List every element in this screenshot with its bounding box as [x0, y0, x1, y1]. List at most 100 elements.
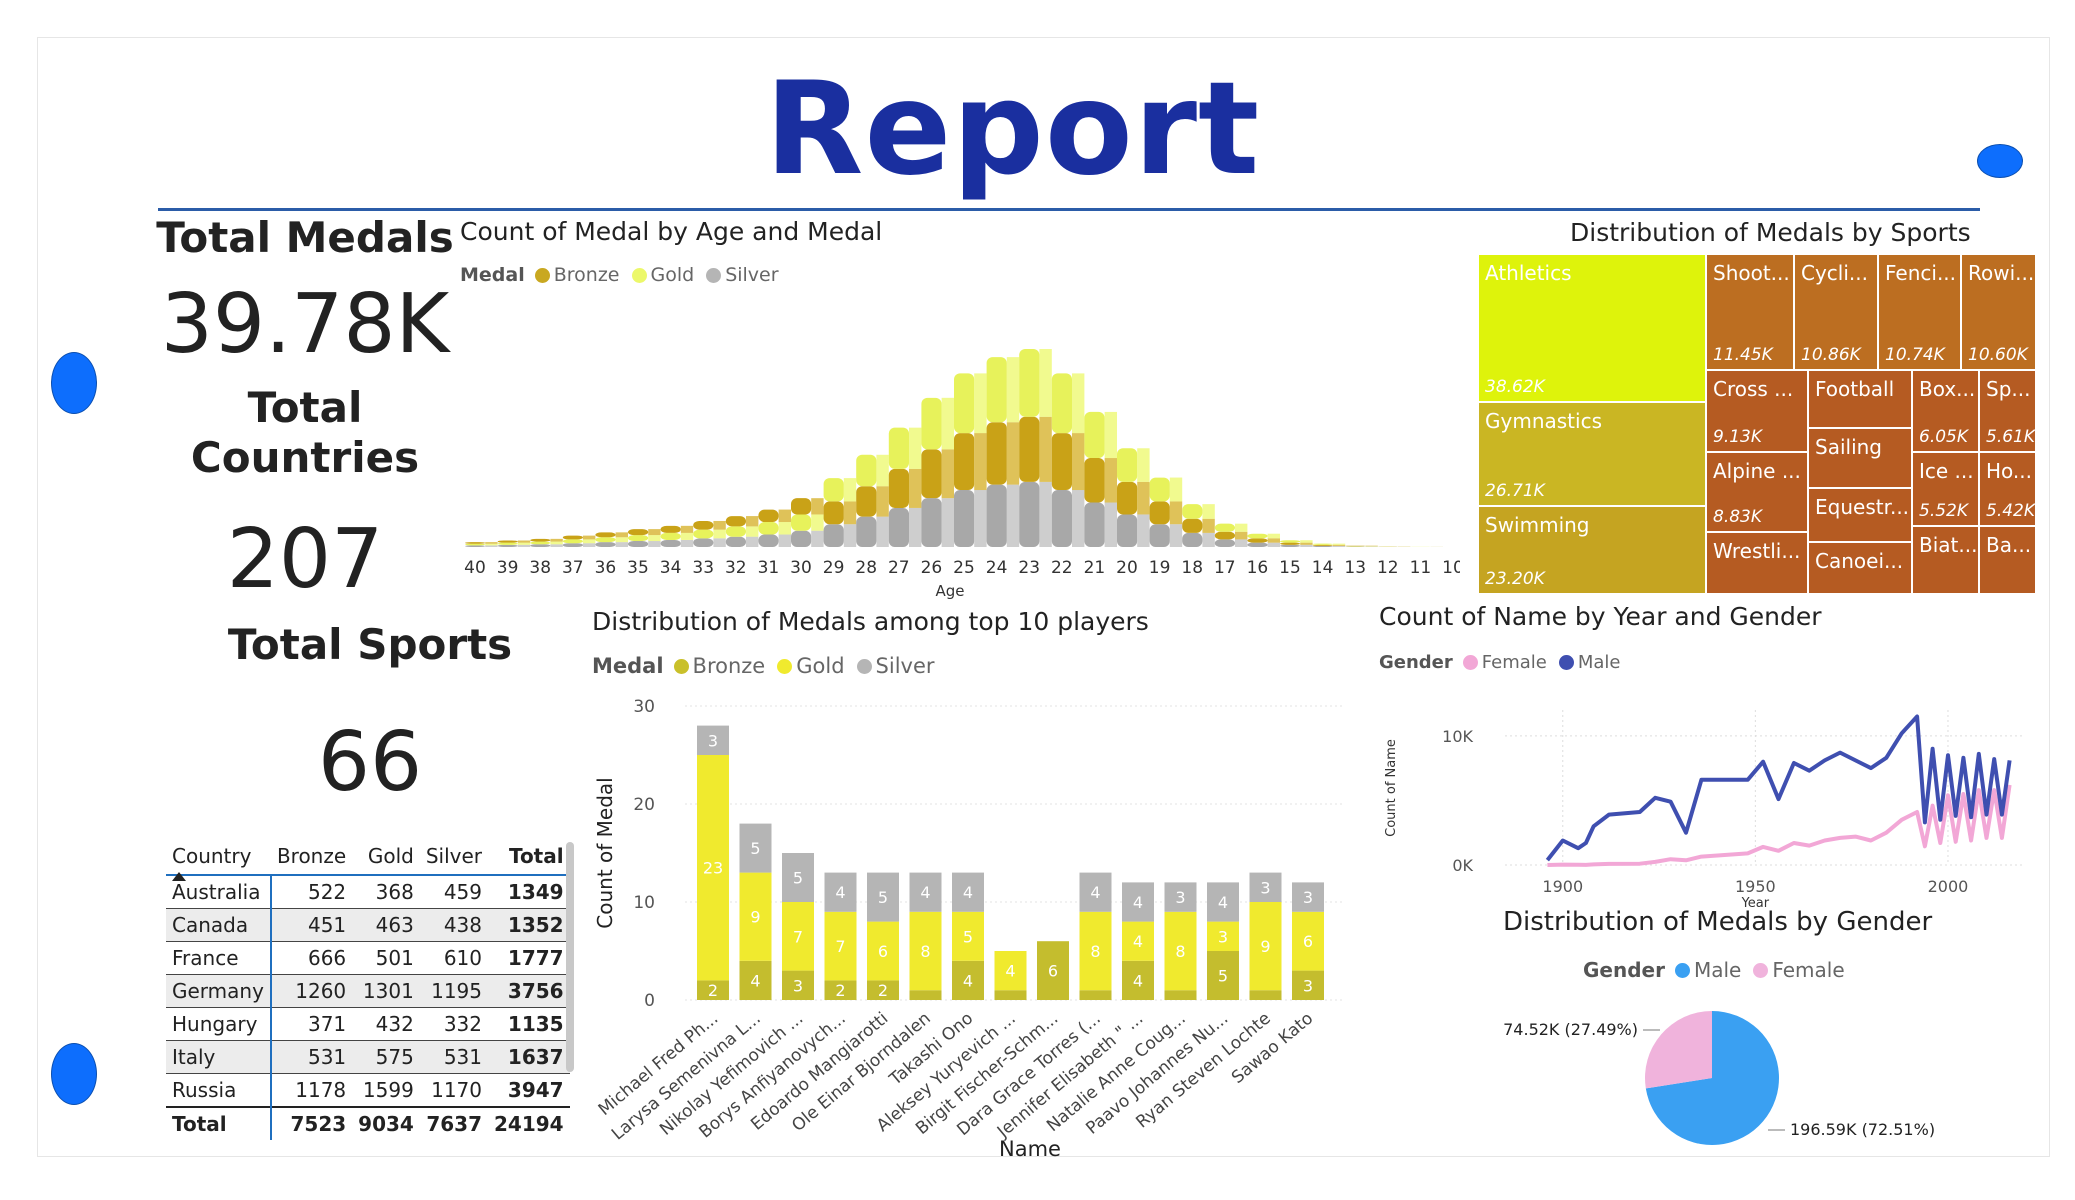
ribbon-bar-silver	[1312, 545, 1333, 547]
players-chart-legend: Medal Bronze Gold Silver	[592, 654, 941, 678]
gender-pie-chart[interactable]: 74.52K (27.49%) 196.59K (72.51%)	[1480, 995, 2000, 1155]
pie-legend-female[interactable]: Female	[1753, 958, 1845, 982]
ribbon-bar-gold	[1149, 477, 1170, 502]
ribbon-bar-bronze	[1182, 518, 1203, 533]
treemap-tile-value: 5.52K	[1919, 501, 1968, 521]
age-tick-label: 25	[953, 558, 975, 578]
ribbon-connector-silver	[843, 524, 857, 547]
table-row[interactable]: Russia 1178 1599 1170 3947	[166, 1073, 570, 1107]
pie-legend-female-label: Female	[1772, 958, 1845, 982]
age-tick-label: 31	[758, 558, 780, 578]
y-tick-label: 0	[644, 991, 655, 1011]
total-countries-label-line1: Total	[247, 383, 363, 432]
ribbon-connector-gold	[615, 537, 628, 543]
y-tick-label: 30	[633, 697, 655, 717]
col-header-country[interactable]: Country	[166, 838, 271, 875]
ribbon-bar-bronze	[888, 468, 910, 508]
players-legend-gold[interactable]: Gold	[777, 654, 845, 678]
treemap-tile[interactable]: Football	[1808, 370, 1912, 428]
age-legend-silver[interactable]: Silver	[706, 264, 779, 286]
age-legend-bronze[interactable]: Bronze	[534, 264, 620, 286]
age-ribbon-chart[interactable]: 40 39 38 37 36 35 34 33 32 31 30 29 28 27 26 25 24 23 22 21…	[460, 300, 1460, 605]
treemap-tile[interactable]: Alpine ... 8.83K	[1706, 452, 1808, 532]
table-cell: France	[166, 941, 272, 975]
treemap-tile[interactable]: Canoei...	[1808, 542, 1912, 594]
bar-data-label: 3	[1303, 888, 1313, 907]
table-row[interactable]: Italy 531 575 531 1637	[166, 1040, 570, 1074]
table-cell: 666	[270, 941, 353, 975]
age-legend-gold[interactable]: Gold	[631, 264, 694, 286]
year-line-chart[interactable]: 0K10K1900 1950 2000Count of NameYear	[1375, 700, 2035, 910]
treemap-tile[interactable]: Ice ... 5.52K	[1912, 452, 1979, 526]
table-row[interactable]: Australia 522 368 459 1349	[166, 874, 570, 909]
male-dot-icon	[1558, 655, 1574, 670]
sort-ascending-icon[interactable]	[172, 872, 186, 881]
age-legend-silver-label: Silver	[725, 264, 779, 286]
pie-slice-female	[1645, 1011, 1712, 1089]
col-header-silver[interactable]: Silver	[420, 838, 488, 875]
treemap-tile[interactable]: Ba...	[1979, 526, 2036, 594]
treemap-tile[interactable]: Wrestli...	[1706, 532, 1808, 594]
treemap-tile-value: 38.62K	[1485, 377, 1545, 397]
treemap-tile[interactable]: Biat...	[1912, 526, 1979, 594]
treemap-tile-label: Football	[1815, 377, 1895, 401]
treemap-tile[interactable]: Cycli... 10.86K	[1794, 254, 1878, 370]
nav-dot-button-1[interactable]	[51, 352, 97, 414]
sports-treemap[interactable]: Athletics 38.62K Gymnastics 26.71K Swimming 2…	[1478, 254, 2036, 594]
col-header-total[interactable]: Total	[488, 838, 570, 875]
nav-dot-button-2[interactable]	[51, 1043, 97, 1105]
year-legend-female[interactable]: Female	[1462, 652, 1547, 673]
col-header-gold[interactable]: Gold	[352, 838, 420, 875]
treemap-tile[interactable]: Box... 6.05K	[1912, 370, 1979, 452]
gender-pie-legend: Gender Male Female	[1583, 958, 1851, 982]
nav-dot-button-3[interactable]	[1977, 144, 2023, 178]
treemap-tile[interactable]: Equestr...	[1808, 488, 1912, 542]
ribbon-bar-silver	[888, 507, 910, 547]
age-tick-label: 18	[1181, 558, 1203, 578]
players-legend-bronze[interactable]: Bronze	[673, 654, 765, 678]
ribbon-bar-gold	[1280, 540, 1301, 543]
pie-legend-male[interactable]: Male	[1674, 958, 1741, 982]
ribbon-bar-gold	[1117, 448, 1138, 482]
y-tick-label: 10K	[1442, 727, 1473, 746]
treemap-tile[interactable]: Ho... 5.42K	[1979, 452, 2036, 526]
age-tick-label: 16	[1247, 558, 1269, 578]
bar-data-label: 9	[750, 908, 760, 927]
ribbon-connector-silver	[1332, 545, 1346, 547]
year-legend-male[interactable]: Male	[1558, 652, 1621, 673]
treemap-tile-label: Canoei...	[1815, 549, 1904, 573]
table-cell: 1637	[488, 1040, 570, 1074]
table-scrollbar[interactable]	[566, 842, 574, 1072]
players-bar-chart[interactable]: 0102030Count of Medal2233Michael Fred Ph…	[585, 688, 1360, 1163]
players-legend-silver[interactable]: Silver	[856, 654, 935, 678]
treemap-tile[interactable]: Shoot... 11.45K	[1706, 254, 1794, 370]
treemap-tile[interactable]: Rowi... 10.60K	[1961, 254, 2036, 370]
ribbon-bar-silver	[628, 541, 649, 547]
table-row[interactable]: Germany 1260 1301 1195 3756	[166, 974, 570, 1008]
table-row[interactable]: Canada 451 463 438 1352	[166, 908, 570, 942]
ribbon-connector-gold	[517, 542, 531, 545]
table-row[interactable]: France 666 501 610 1777	[166, 941, 570, 975]
ribbon-bar-silver	[497, 544, 518, 547]
bar-data-label: 4	[1133, 971, 1143, 990]
treemap-tile-label: Box...	[1919, 377, 1976, 401]
treemap-tile[interactable]: Gymnastics 26.71K	[1478, 402, 1706, 506]
treemap-tile-value: 10.86K	[1801, 345, 1861, 365]
age-tick-label: 22	[1051, 558, 1073, 578]
total-countries-label-line2: Countries	[190, 433, 420, 482]
table-cell: 3756	[488, 974, 570, 1008]
treemap-tile[interactable]: Athletics 38.62K	[1478, 254, 1706, 402]
treemap-tile[interactable]: Sailing	[1808, 428, 1912, 488]
ribbon-bar-bronze	[1149, 501, 1170, 525]
ribbon-connector-gold	[1202, 504, 1215, 519]
table-row[interactable]: Hungary 371 432 332 1135	[166, 1007, 570, 1041]
treemap-tile[interactable]: Swimming 23.20K	[1478, 506, 1706, 594]
col-header-bronze[interactable]: Bronze	[271, 838, 352, 875]
treemap-tile[interactable]: Sp... 5.61K	[1979, 370, 2036, 452]
treemap-tile[interactable]: Fenci... 10.74K	[1878, 254, 1961, 370]
ribbon-connector-gold	[1267, 533, 1280, 539]
ribbon-connector-gold	[876, 454, 889, 487]
treemap-tile[interactable]: Cross ... 9.13K	[1706, 370, 1808, 452]
bar-data-label: 3	[1175, 888, 1185, 907]
table-total-cell: 9034	[352, 1106, 420, 1140]
